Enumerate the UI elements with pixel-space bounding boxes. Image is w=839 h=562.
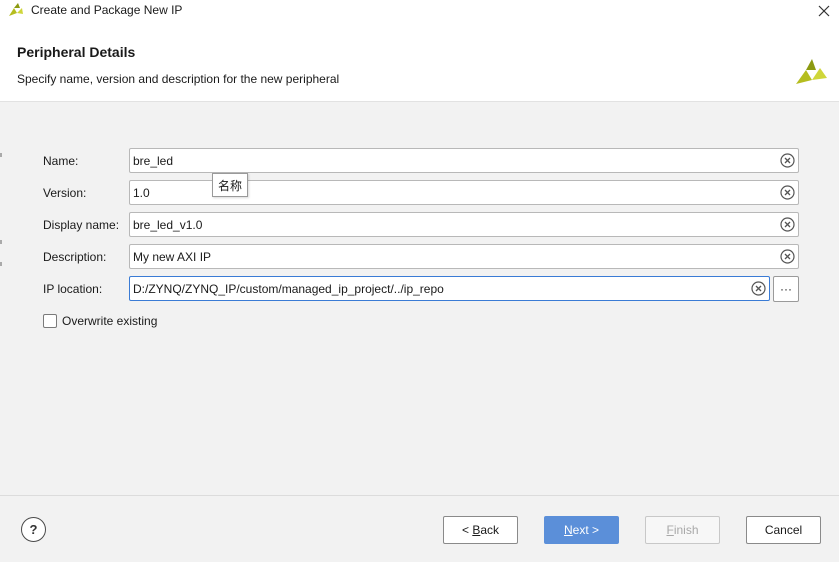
close-button[interactable] [809, 0, 839, 22]
page-title: Peripheral Details [17, 44, 136, 60]
next-button-mnemonic: N [563, 523, 573, 537]
back-button-prefix: < [461, 523, 473, 537]
description-label: Description: [43, 250, 107, 264]
display-name-input[interactable] [133, 216, 773, 233]
edge-marker [0, 262, 2, 266]
ip-location-input[interactable] [133, 280, 744, 297]
name-input[interactable] [133, 152, 773, 169]
ip-location-field-box [129, 276, 770, 301]
cancel-button-label: Cancel [764, 523, 803, 537]
ellipsis-icon: ··· [780, 282, 792, 296]
display-name-label: Display name: [43, 218, 120, 232]
next-button[interactable]: Next > [544, 516, 619, 544]
clear-icon[interactable] [780, 249, 795, 264]
help-button[interactable]: ? [21, 517, 46, 542]
edge-marker [0, 240, 2, 244]
finish-button-mnemonic: F [666, 523, 674, 537]
clear-icon[interactable] [751, 281, 766, 296]
overwrite-existing-option[interactable]: Overwrite existing [43, 313, 157, 329]
page-header: Peripheral Details Specify name, version… [0, 23, 839, 102]
display-name-field-box [129, 212, 799, 237]
tooltip-text: 名称 [217, 178, 242, 193]
name-label: Name: [43, 154, 79, 168]
next-button-label: ext > [572, 523, 600, 537]
back-button[interactable]: < Back [443, 516, 518, 544]
finish-button-label: inish [673, 523, 699, 537]
close-icon [818, 5, 830, 17]
name-field-box [129, 148, 799, 173]
ip-location-label: IP location: [43, 282, 103, 296]
cancel-button[interactable]: Cancel [746, 516, 821, 544]
vivado-app-icon [9, 3, 23, 16]
overwrite-existing-label: Overwrite existing [62, 314, 158, 328]
description-input[interactable] [133, 248, 773, 265]
description-field-box [129, 244, 799, 269]
version-label: Version: [43, 186, 87, 200]
vivado-logo-icon [796, 59, 827, 84]
help-icon: ? [29, 522, 38, 537]
clear-icon[interactable] [780, 185, 795, 200]
overwrite-existing-checkbox[interactable] [43, 314, 57, 328]
browse-button[interactable]: ··· [773, 276, 799, 302]
name-tooltip: 名称 [212, 173, 248, 197]
clear-icon[interactable] [780, 217, 795, 232]
finish-button[interactable]: Finish [645, 516, 720, 544]
back-button-label: ack [480, 523, 500, 537]
page-subtitle: Specify name, version and description fo… [17, 72, 340, 86]
back-button-mnemonic: B [472, 523, 481, 537]
edge-marker [0, 153, 2, 157]
clear-icon[interactable] [780, 153, 795, 168]
window-titlebar: Create and Package New IP [0, 0, 839, 23]
window-title: Create and Package New IP [31, 3, 183, 17]
